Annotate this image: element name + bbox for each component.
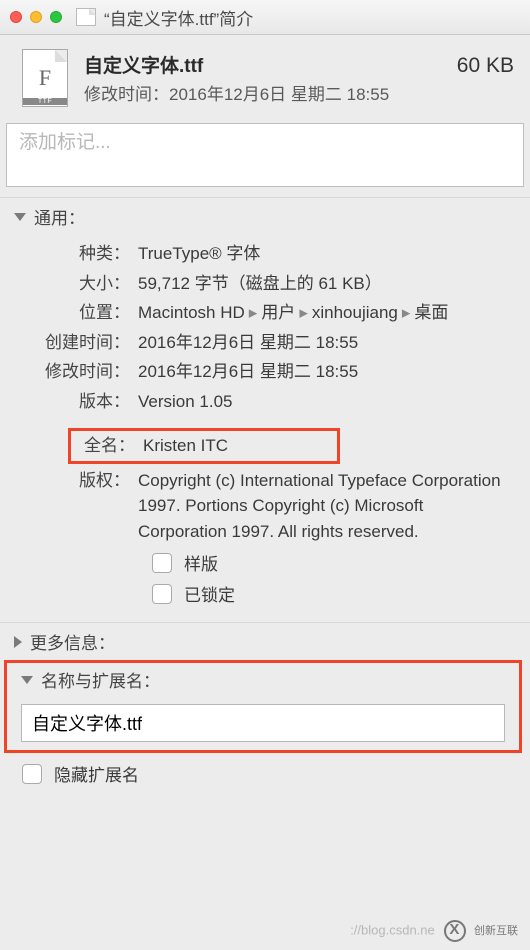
size-row: 大小： 59,712 字节（磁盘上的 61 KB） [20, 271, 510, 297]
hide-extension-label: 隐藏扩展名 [54, 761, 139, 786]
modified-line: 修改时间：2016年12月6日 星期二 18:55 [84, 80, 514, 105]
stationery-row: 样版 [152, 550, 510, 575]
fullname-label: 全名： [71, 433, 143, 459]
file-name: 自定义字体.ttf [84, 51, 203, 78]
stationery-checkbox[interactable] [152, 553, 172, 573]
file-icon-badge: TTF [23, 98, 67, 105]
fullname-highlight-box: 全名： Kristen ITC [68, 428, 340, 464]
copyright-label: 版权： [20, 468, 138, 494]
locked-checkbox[interactable] [152, 584, 172, 604]
tags-input[interactable] [19, 132, 511, 154]
modified-label-2: 修改时间： [20, 359, 138, 385]
version-value: Version 1.05 [138, 389, 510, 415]
created-label: 创建时间： [20, 330, 138, 356]
copyright-value: Copyright (c) International Typeface Cor… [138, 468, 510, 545]
titlebar-file-icon [76, 8, 96, 26]
path-separator-icon: ▸ [249, 303, 258, 322]
hide-extension-row: 隐藏扩展名 [22, 761, 524, 786]
watermark-brand: 创新互联 [474, 925, 518, 937]
modified-row: 修改时间： 2016年12月6日 星期二 18:55 [20, 359, 510, 385]
general-section-header[interactable]: 通用： [0, 197, 530, 233]
modified-value: 2016年12月6日 星期二 18:55 [169, 85, 389, 104]
path-separator-icon: ▸ [402, 303, 411, 322]
created-value: 2016年12月6日 星期二 18:55 [138, 330, 510, 356]
locked-row: 已锁定 [152, 581, 510, 606]
general-checkboxes: 样版 已锁定 [20, 550, 510, 606]
size-label: 大小： [20, 271, 138, 297]
modified-label: 修改时间： [84, 85, 169, 104]
traffic-lights [10, 11, 62, 23]
name-ext-heading: 名称与扩展名： [41, 667, 160, 692]
kind-value: TrueType® 字体 [138, 241, 510, 267]
stationery-label: 样版 [184, 550, 218, 575]
window-title: “自定义字体.ttf”简介 [104, 5, 253, 30]
more-info-section-header[interactable]: 更多信息： [0, 622, 530, 658]
file-icon-letter: F [39, 65, 51, 91]
fullname-value: Kristen ITC [143, 433, 337, 459]
kind-label: 种类： [20, 241, 138, 267]
name-ext-section-header[interactable]: 名称与扩展名： [7, 663, 519, 696]
size-value: 59,712 字节（磁盘上的 61 KB） [138, 271, 510, 297]
hide-extension-checkbox[interactable] [22, 764, 42, 784]
watermark: ://blog.csdn.ne 创新互联 [350, 920, 518, 942]
watermark-logo-icon [444, 920, 466, 942]
file-header: F TTF 自定义字体.ttf 60 KB 修改时间：2016年12月6日 星期… [0, 35, 530, 117]
fullname-row: 全名： Kristen ITC [71, 433, 337, 459]
disclosure-triangle-icon [14, 636, 22, 648]
general-section-body: 种类： TrueType® 字体 大小： 59,712 字节（磁盘上的 61 K… [0, 233, 530, 622]
zoom-window-button[interactable] [50, 11, 62, 23]
created-row: 创建时间： 2016年12月6日 星期二 18:55 [20, 330, 510, 356]
disclosure-triangle-icon [21, 676, 33, 684]
more-info-heading: 更多信息： [30, 629, 115, 654]
name-ext-highlight-box: 名称与扩展名： [4, 660, 522, 753]
name-ext-input[interactable] [21, 704, 505, 742]
file-size: 60 KB [457, 54, 514, 78]
version-row: 版本： Version 1.05 [20, 389, 510, 415]
where-row: 位置： Macintosh HD▸用户▸xinhoujiang▸桌面 [20, 300, 510, 326]
file-type-icon: F TTF [22, 49, 68, 107]
modified-value-2: 2016年12月6日 星期二 18:55 [138, 359, 510, 385]
tags-field[interactable] [6, 123, 524, 187]
copyright-row: 版权： Copyright (c) International Typeface… [20, 468, 510, 545]
disclosure-triangle-icon [14, 213, 26, 221]
kind-row: 种类： TrueType® 字体 [20, 241, 510, 267]
minimize-window-button[interactable] [30, 11, 42, 23]
where-label: 位置： [20, 300, 138, 326]
watermark-url: ://blog.csdn.ne [350, 922, 435, 937]
path-separator-icon: ▸ [299, 303, 308, 322]
locked-label: 已锁定 [184, 581, 235, 606]
where-value: Macintosh HD▸用户▸xinhoujiang▸桌面 [138, 300, 510, 326]
version-label: 版本： [20, 389, 138, 415]
general-heading: 通用： [34, 204, 85, 229]
window-titlebar: “自定义字体.ttf”简介 [0, 0, 530, 35]
close-window-button[interactable] [10, 11, 22, 23]
